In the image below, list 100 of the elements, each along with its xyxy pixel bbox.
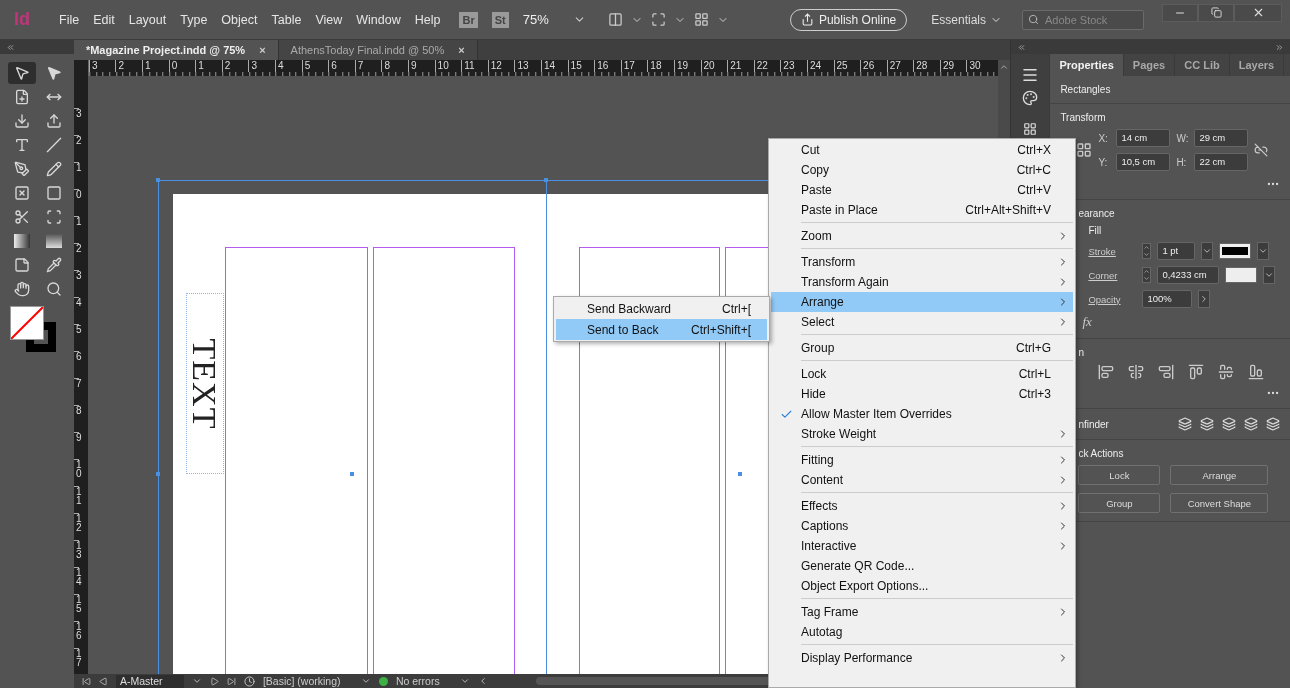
pathfinder-icon[interactable] xyxy=(1266,417,1280,431)
align-icon[interactable] xyxy=(1248,364,1265,380)
context-menu-item[interactable]: Select xyxy=(771,312,1073,332)
selection-handle[interactable] xyxy=(349,472,354,476)
corner-radius-field[interactable]: 0,4233 cm xyxy=(1157,266,1220,284)
chevron-down-icon[interactable] xyxy=(459,676,470,686)
previous-page-icon[interactable] xyxy=(98,676,108,686)
context-menu-item[interactable]: Stroke Weight xyxy=(771,424,1073,444)
restore-button[interactable] xyxy=(1198,3,1234,22)
corner-shape-swatch[interactable] xyxy=(1225,267,1258,283)
panel-tab[interactable]: Properties xyxy=(1050,54,1124,76)
menu-item[interactable]: View xyxy=(310,12,348,27)
collapse-icon[interactable] xyxy=(6,42,15,52)
menu-item[interactable]: Table xyxy=(266,12,307,27)
next-page-icon[interactable] xyxy=(209,676,219,686)
context-menu-item[interactable]: Fitting xyxy=(771,450,1073,470)
constrain-proportions-icon[interactable] xyxy=(1254,143,1269,157)
pathfinder-icon[interactable] xyxy=(1244,417,1258,431)
close-tab-button[interactable]: × xyxy=(458,44,465,56)
close-tab-button[interactable]: × xyxy=(259,44,266,56)
quick-action-button[interactable]: Arrange xyxy=(1170,465,1269,485)
effects-button[interactable]: fx xyxy=(1078,314,1092,330)
align-icon[interactable] xyxy=(1158,364,1175,380)
quick-action-button[interactable]: Convert Shape xyxy=(1170,493,1269,513)
fill-swatch[interactable] xyxy=(10,306,44,340)
dropdown-icon[interactable] xyxy=(1263,266,1276,284)
context-menu-item[interactable]: Lock Ctrl+L xyxy=(771,364,1073,384)
context-menu-item[interactable]: Arrange xyxy=(771,292,1073,312)
collapse-icon[interactable] xyxy=(1017,42,1027,52)
context-menu-item[interactable]: Interactive xyxy=(771,536,1073,556)
stock-search-field[interactable]: Adobe Stock xyxy=(1022,9,1144,30)
selection-handle[interactable] xyxy=(155,472,160,476)
document-tab[interactable]: *Magazine Project.indd @ 75% × xyxy=(73,40,279,60)
input-field[interactable]: 10,5 cm xyxy=(1116,153,1171,171)
dropdown-icon[interactable] xyxy=(1257,242,1270,260)
page-field[interactable]: A-Master xyxy=(115,674,184,688)
stroke-weight-field[interactable]: 1 pt xyxy=(1157,242,1196,260)
context-menu-item[interactable]: Display Performance xyxy=(771,648,1073,668)
corner-label[interactable]: Corner xyxy=(1088,269,1137,281)
menu-item[interactable]: Layout xyxy=(123,12,172,27)
context-menu-item[interactable]: Captions xyxy=(771,516,1073,536)
reference-point-icon[interactable] xyxy=(1076,142,1093,158)
zoom-level[interactable]: 75% xyxy=(522,12,567,27)
opacity-label[interactable]: Opacity xyxy=(1088,293,1137,305)
context-menu-item[interactable]: Effects xyxy=(771,496,1073,516)
last-page-icon[interactable] xyxy=(226,676,236,686)
stroke-swatch[interactable] xyxy=(26,322,56,352)
preflight-icon[interactable] xyxy=(243,675,255,687)
chevron-right-icon[interactable] xyxy=(1198,290,1211,308)
context-menu-item[interactable]: Paste Ctrl+V xyxy=(771,180,1073,200)
context-menu-item[interactable]: Copy Ctrl+C xyxy=(771,160,1073,180)
close-button[interactable] xyxy=(1234,3,1282,22)
grid-icon[interactable] xyxy=(1023,122,1038,136)
menu-item[interactable]: Type xyxy=(175,12,213,27)
align-icon[interactable] xyxy=(1218,364,1235,380)
minimize-button[interactable] xyxy=(1162,3,1198,22)
context-menu-item[interactable]: Autotag xyxy=(771,622,1073,642)
expand-icon[interactable] xyxy=(1275,42,1284,52)
stepper-icon[interactable] xyxy=(1142,267,1152,283)
quick-action-button[interactable]: Lock xyxy=(1078,465,1161,485)
menu-icon[interactable] xyxy=(1021,66,1040,84)
context-menu-item[interactable]: Content xyxy=(771,470,1073,490)
context-menu-item[interactable]: Tag Frame xyxy=(771,602,1073,622)
menu-item[interactable]: Window xyxy=(351,12,406,27)
chevron-down-icon[interactable] xyxy=(360,676,371,686)
menu-item[interactable]: Edit xyxy=(88,12,120,27)
text-frame[interactable]: TEXT xyxy=(185,293,224,474)
selection-handle[interactable] xyxy=(155,178,160,182)
dropdown-icon[interactable] xyxy=(1201,242,1214,260)
preflight-profile[interactable]: [Basic] (working) xyxy=(262,675,353,687)
context-menu-item[interactable]: Zoom xyxy=(771,226,1073,246)
pathfinder-icon[interactable] xyxy=(1178,417,1192,431)
selection-handle[interactable] xyxy=(737,472,742,476)
first-page-icon[interactable] xyxy=(81,676,91,686)
menu-item[interactable]: File xyxy=(54,12,85,27)
panel-tab[interactable]: CC Lib xyxy=(1175,54,1230,76)
input-field[interactable]: 22 cm xyxy=(1194,153,1249,171)
align-icon[interactable] xyxy=(1098,364,1115,380)
menu-item[interactable]: Help xyxy=(409,12,446,27)
submenu-item[interactable]: Send to Back Ctrl+Shift+[ xyxy=(556,319,767,340)
context-menu-item[interactable]: Group Ctrl+G xyxy=(771,338,1073,358)
panel-tab[interactable]: Layers xyxy=(1229,54,1285,76)
context-menu-item[interactable]: Cut Ctrl+X xyxy=(771,140,1073,160)
context-menu-item[interactable]: Transform xyxy=(771,252,1073,272)
panel-tab[interactable]: Pages xyxy=(1123,54,1176,76)
stroke-label[interactable]: Stroke xyxy=(1088,245,1137,257)
tool-button[interactable] xyxy=(8,62,36,84)
context-menu-item[interactable]: Paste in Place Ctrl+Alt+Shift+V xyxy=(771,200,1073,220)
context-menu-item[interactable]: Object Export Options... xyxy=(771,576,1073,596)
pathfinder-icon[interactable] xyxy=(1200,417,1214,431)
selection-handle[interactable] xyxy=(543,178,548,182)
stepper-icon[interactable] xyxy=(1142,243,1152,259)
chevron-down-icon[interactable] xyxy=(191,676,202,686)
input-field[interactable]: 14 cm xyxy=(1116,129,1171,147)
context-menu-item[interactable]: Hide Ctrl+3 xyxy=(771,384,1073,404)
quick-action-button[interactable]: Group xyxy=(1078,493,1161,513)
pathfinder-icon[interactable] xyxy=(1222,417,1236,431)
context-menu-item[interactable]: Allow Master Item Overrides xyxy=(771,404,1073,424)
context-menu-item[interactable]: Transform Again xyxy=(771,272,1073,292)
context-menu-item[interactable]: Generate QR Code... xyxy=(771,556,1073,576)
